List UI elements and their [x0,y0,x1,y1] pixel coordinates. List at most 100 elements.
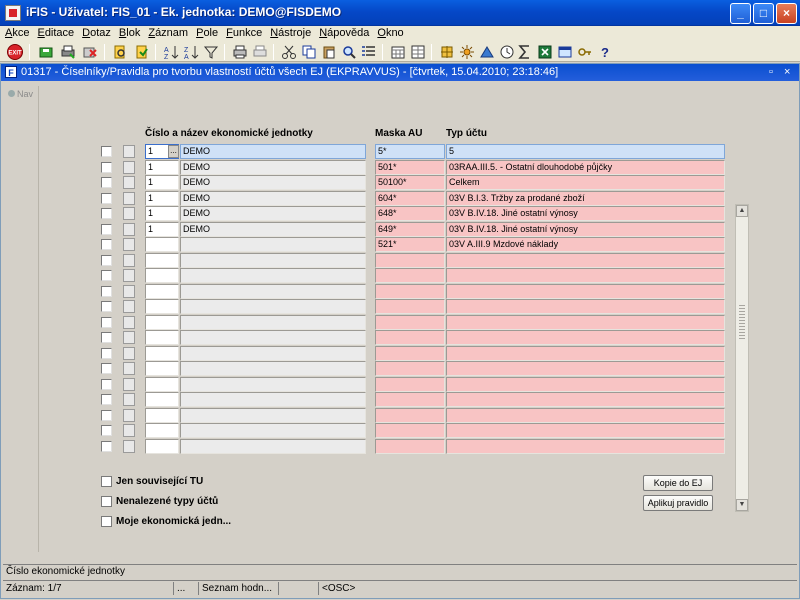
table-row[interactable]: 1 DEMO 604* 03V B.I.3. Tržby za prodané zbo… [45,190,745,206]
row-marker[interactable] [123,207,135,220]
unit-number-field[interactable] [145,438,179,454]
sort-desc-icon[interactable]: ZA [183,44,199,60]
unit-number-field[interactable] [145,268,179,283]
menu-dotaz[interactable]: Dotaz [77,26,114,39]
calendar-icon[interactable] [390,44,406,60]
row-marker[interactable] [123,346,135,360]
unit-number-field[interactable] [145,392,179,407]
sum-icon[interactable] [517,44,533,60]
account-type-field[interactable]: 5 [446,144,725,159]
unit-number-field[interactable] [145,299,179,314]
row-marker[interactable] [123,377,135,391]
row-select-checkbox[interactable] [101,409,112,421]
unit-number-field[interactable] [145,330,179,345]
table-row[interactable]: 521* 03V A.III.9 Mzdové náklady [45,237,745,252]
list-of-values-button[interactable]: ... [168,145,179,158]
nav-item[interactable]: Nav [8,89,33,99]
enter-query-icon[interactable] [112,44,128,60]
apply-rule-button[interactable]: Aplikuj pravidlo [643,495,713,511]
unit-number-field[interactable]: 1 [145,159,179,175]
mask-au-field[interactable] [375,283,445,299]
account-type-field[interactable] [446,330,725,345]
unit-number-field[interactable] [145,345,179,361]
unit-number-field[interactable] [145,361,179,376]
account-type-field[interactable] [446,376,725,392]
settings-icon[interactable] [439,44,455,60]
row-marker[interactable] [123,253,135,267]
table-row[interactable]: 1... DEMO 5* 5 [45,144,745,159]
menu-pole[interactable]: Pole [191,26,221,39]
mask-au-field[interactable] [375,392,445,407]
account-type-field[interactable] [446,299,725,314]
row-marker[interactable] [123,284,135,298]
mask-au-field[interactable]: 5* [375,144,445,159]
related-tu-checkbox[interactable] [101,476,112,487]
row-select-checkbox[interactable] [101,301,112,312]
mask-au-field[interactable] [375,361,445,376]
unit-number-field[interactable] [145,423,179,438]
menu-akce[interactable]: Akce [0,26,32,39]
clear-icon[interactable] [82,44,98,60]
table-row[interactable] [45,423,745,438]
row-marker[interactable] [123,439,135,453]
row-marker[interactable] [123,393,135,406]
account-type-field[interactable] [446,283,725,299]
mask-au-field[interactable] [375,330,445,345]
paste-icon[interactable] [321,44,337,60]
mask-au-field[interactable] [375,345,445,361]
scroll-grip[interactable] [739,305,745,341]
table-row[interactable] [45,345,745,361]
row-marker[interactable] [123,300,135,313]
row-select-checkbox[interactable] [101,254,112,266]
row-marker[interactable] [123,160,135,174]
menu-blok[interactable]: Blok [114,26,143,39]
mask-au-field[interactable] [375,376,445,392]
mask-au-field[interactable]: 648* [375,206,445,221]
not-found-types-checkbox[interactable] [101,496,112,507]
account-type-field[interactable]: 03V B.IV.18. Jiné ostatní výnosy [446,221,725,237]
unit-number-field[interactable]: 1 [145,221,179,237]
table-row[interactable] [45,268,745,283]
excel-icon[interactable] [537,44,553,60]
mask-au-field[interactable]: 50100* [375,175,445,190]
unit-number-field[interactable] [145,376,179,392]
row-marker[interactable] [123,362,135,375]
unit-number-field[interactable]: 1 [145,206,179,221]
row-marker[interactable] [123,222,135,236]
account-type-field[interactable]: 03V B.I.3. Tržby za prodané zboží [446,190,725,206]
mask-au-field[interactable] [375,407,445,423]
table-row[interactable]: 1 DEMO 501* 03RAA.III.5. - Ostatní dlouhodo… [45,159,745,175]
exit-icon[interactable]: EXIT [7,44,23,60]
account-type-field[interactable] [446,361,725,376]
row-select-checkbox[interactable] [101,223,112,235]
unit-number-field[interactable] [145,314,179,330]
mask-au-field[interactable] [375,423,445,438]
row-select-checkbox[interactable] [101,146,112,157]
mask-au-field[interactable]: 649* [375,221,445,237]
maximize-button[interactable]: □ [753,3,774,24]
account-type-field[interactable] [446,252,725,268]
mask-au-field[interactable] [375,268,445,283]
row-marker[interactable] [123,269,135,282]
save-icon[interactable] [38,44,54,60]
row-marker[interactable] [123,408,135,422]
unit-number-field[interactable]: 1 [145,175,179,190]
account-type-field[interactable] [446,392,725,407]
copy-to-ej-button[interactable]: Kopie do EJ [643,475,713,491]
find-icon[interactable] [341,44,357,60]
filter-icon[interactable] [203,44,219,60]
export-icon[interactable] [252,44,268,60]
row-select-checkbox[interactable] [101,347,112,359]
row-marker[interactable] [123,315,135,329]
clock-icon[interactable] [499,44,515,60]
menu-zaznam[interactable]: Záznam [143,26,191,39]
row-marker[interactable] [123,424,135,437]
triangle-icon[interactable] [479,44,495,60]
row-select-checkbox[interactable] [101,285,112,297]
menu-napoveda[interactable]: Nápověda [314,26,372,39]
row-marker[interactable] [123,331,135,344]
scroll-down-arrow[interactable]: ▼ [736,499,748,511]
table-row[interactable] [45,361,745,376]
row-select-checkbox[interactable] [101,378,112,390]
account-type-field[interactable]: 03RAA.III.5. - Ostatní dlouhodobé půjčky [446,159,725,175]
